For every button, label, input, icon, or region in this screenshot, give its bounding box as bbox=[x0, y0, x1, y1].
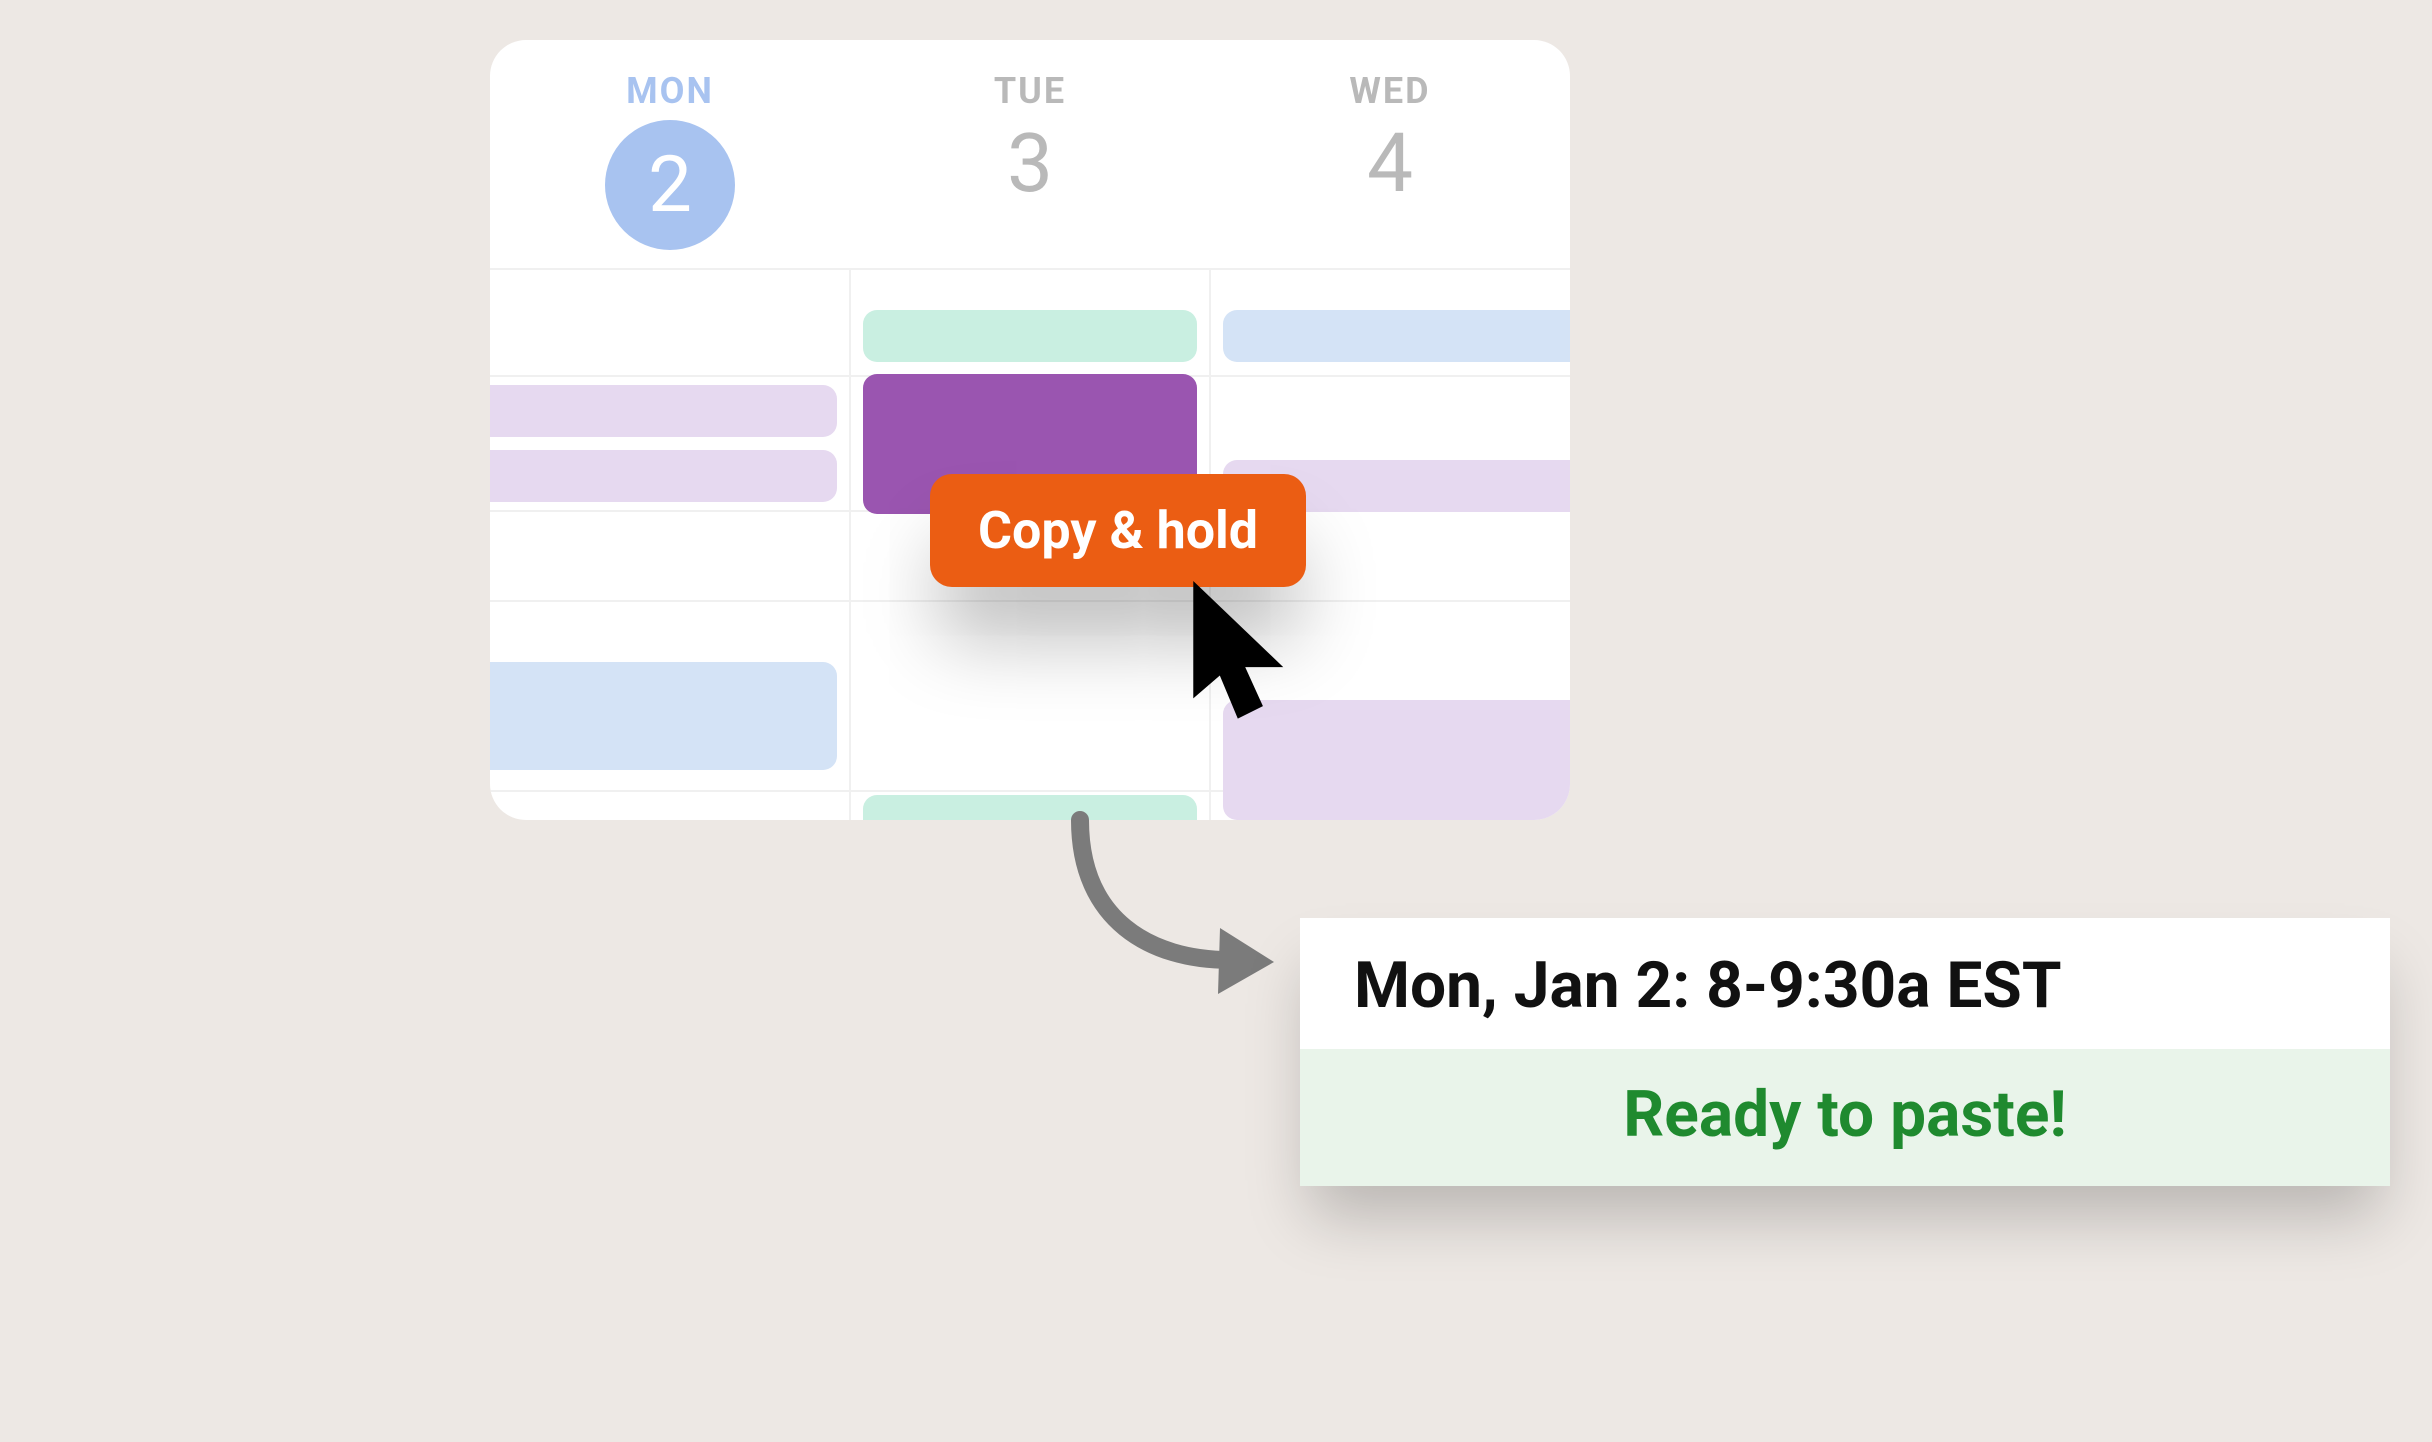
day-number-selected: 2 bbox=[605, 120, 735, 250]
day-number: 4 bbox=[1367, 116, 1413, 212]
day-header-mon[interactable]: MON 2 bbox=[490, 40, 850, 268]
toast-summary: Mon, Jan 2: 8-9:30a EST bbox=[1300, 918, 2390, 1049]
day-header-wed[interactable]: WED 4 bbox=[1210, 40, 1570, 268]
day-number: 3 bbox=[1007, 116, 1053, 212]
calendar-col-mon[interactable] bbox=[490, 270, 851, 820]
calendar-event[interactable] bbox=[490, 662, 837, 770]
toast-status: Ready to paste! bbox=[1300, 1049, 2390, 1186]
copy-hold-label: Copy & hold bbox=[978, 500, 1258, 561]
calendar-event[interactable] bbox=[490, 450, 837, 502]
day-label: WED bbox=[1349, 70, 1430, 112]
calendar-card: MON 2 TUE 3 WED 4 bbox=[490, 40, 1570, 820]
calendar-event[interactable] bbox=[1223, 310, 1570, 362]
cursor-icon bbox=[1186, 578, 1306, 738]
calendar-event[interactable] bbox=[863, 310, 1198, 362]
calendar-event[interactable] bbox=[490, 385, 837, 437]
paste-toast: Mon, Jan 2: 8-9:30a EST Ready to paste! bbox=[1300, 918, 2390, 1186]
calendar-header: MON 2 TUE 3 WED 4 bbox=[490, 40, 1570, 270]
day-label: MON bbox=[626, 70, 714, 112]
day-label: TUE bbox=[994, 70, 1066, 112]
day-header-tue[interactable]: TUE 3 bbox=[850, 40, 1210, 268]
copy-hold-button[interactable]: Copy & hold bbox=[930, 474, 1306, 587]
arrow-icon bbox=[1020, 810, 1300, 1010]
